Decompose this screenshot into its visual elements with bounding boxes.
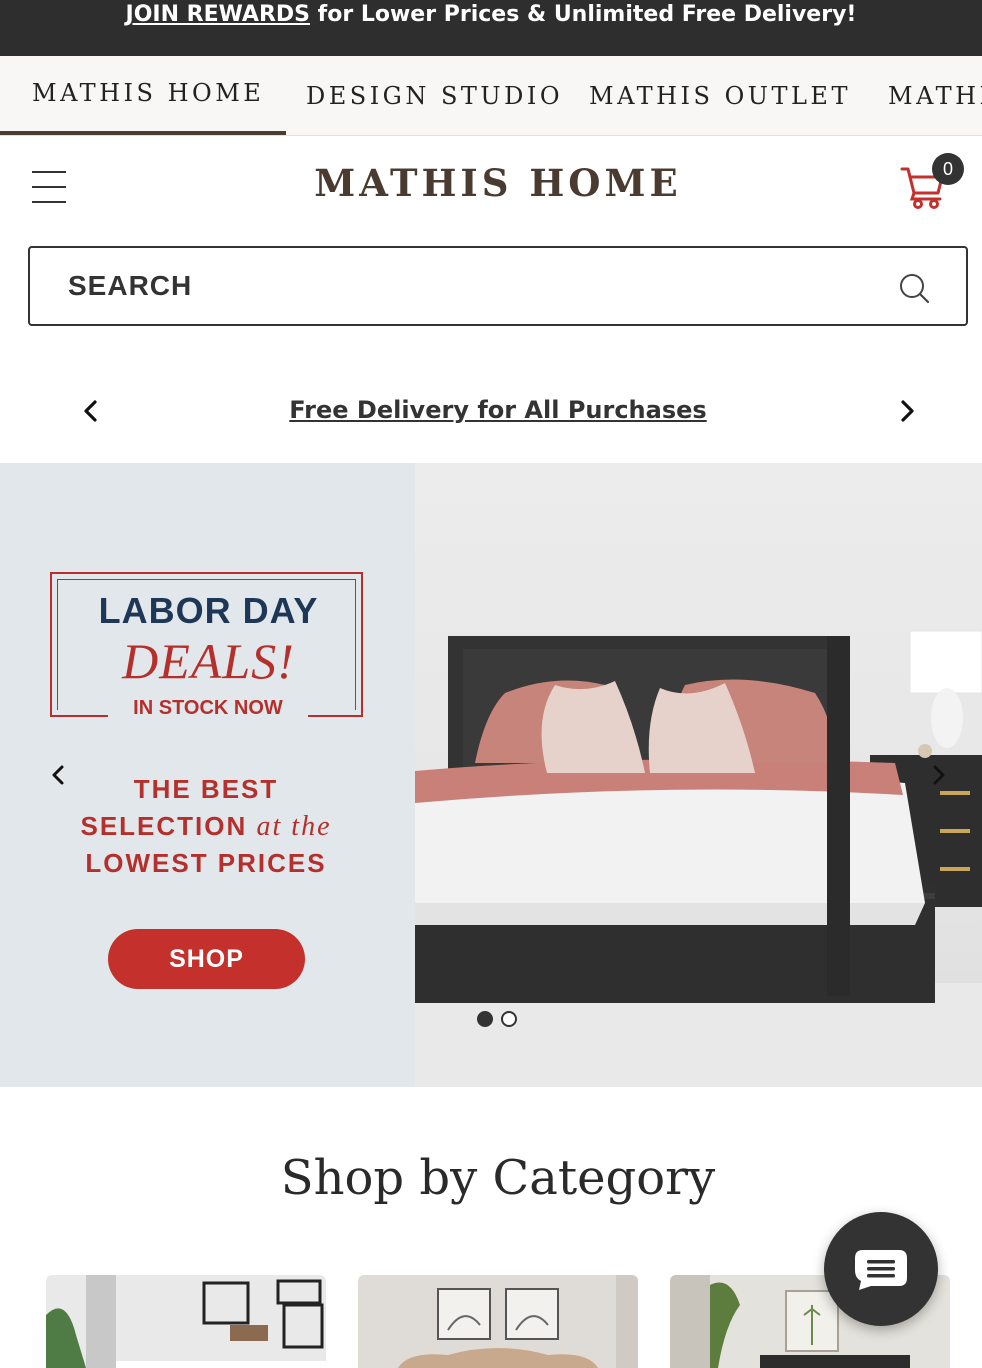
- promo-text: for Lower Prices & Unlimited Free Delive…: [310, 2, 857, 27]
- carousel-dot-1[interactable]: [477, 1011, 493, 1027]
- labor-day-badge: LABOR DAY DEALS! IN STOCK NOW: [50, 572, 363, 720]
- category-card-bedroom[interactable]: [358, 1275, 638, 1368]
- tab-design-studio[interactable]: DESIGN STUDIO: [306, 82, 563, 110]
- carousel-dot-2[interactable]: [501, 1011, 517, 1027]
- tab-mathis-more[interactable]: MATHIS: [888, 82, 982, 110]
- search-input[interactable]: [68, 264, 888, 308]
- hero-next-icon[interactable]: [923, 760, 953, 790]
- search-icon[interactable]: [898, 272, 930, 304]
- chat-button[interactable]: [824, 1212, 938, 1326]
- active-tab-indicator: [0, 131, 286, 135]
- hero-carousel: LABOR DAY DEALS! IN STOCK NOW THE BEST S…: [0, 463, 982, 1087]
- bedroom-illustration: [415, 630, 982, 1087]
- chevron-right-icon[interactable]: [892, 396, 922, 426]
- category-card-living-room[interactable]: [46, 1275, 326, 1368]
- hero-bedroom-image: [415, 463, 982, 1087]
- tab-mathis-home[interactable]: MATHIS HOME: [32, 79, 264, 107]
- hero-promo-panel: LABOR DAY DEALS! IN STOCK NOW THE BEST S…: [0, 463, 415, 1087]
- site-logo[interactable]: MATHIS HOME: [0, 161, 982, 205]
- hero-prev-icon[interactable]: [44, 760, 74, 790]
- site-header: MATHIS HOME 0: [0, 137, 982, 359]
- brand-tabs: MATHIS HOME DESIGN STUDIO MATHIS OUTLET …: [0, 56, 982, 136]
- shop-button[interactable]: SHOP: [108, 929, 305, 989]
- announcement-link[interactable]: Free Delivery for All Purchases: [0, 396, 982, 424]
- promo-bar: JOIN REWARDS for Lower Prices & Unlimite…: [0, 0, 982, 56]
- announcement-bar: Free Delivery for All Purchases: [0, 359, 982, 463]
- cart-button[interactable]: 0: [900, 153, 970, 209]
- badge-deals: DEALS!: [122, 633, 295, 689]
- tab-mathis-outlet[interactable]: MATHIS OUTLET: [589, 82, 851, 110]
- badge-subtitle: IN STOCK NOW: [108, 697, 308, 720]
- join-rewards-link[interactable]: JOIN REWARDS: [126, 2, 310, 27]
- category-title: Shop by Category: [280, 1150, 716, 1206]
- cart-count-badge: 0: [932, 153, 964, 185]
- chat-icon: [855, 1250, 907, 1290]
- badge-title: LABOR DAY: [98, 590, 319, 631]
- search-box: [28, 246, 968, 326]
